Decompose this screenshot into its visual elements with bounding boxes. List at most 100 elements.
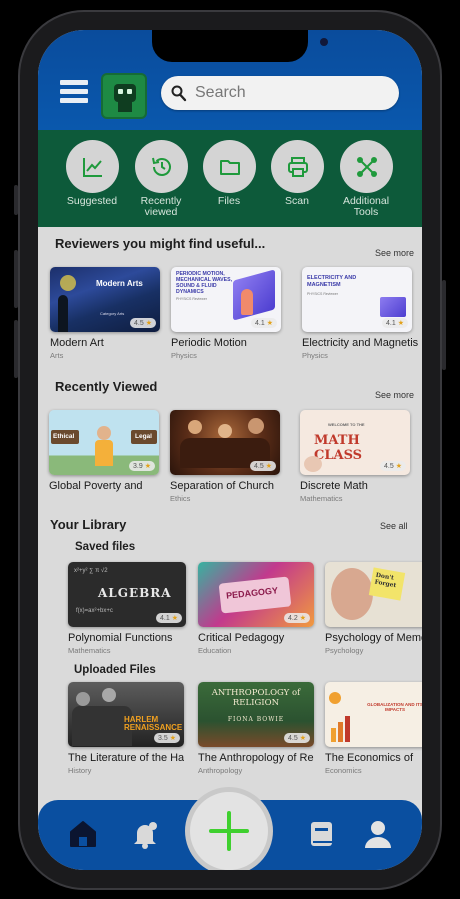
thumb-title: Modern Arts [96,279,143,288]
card-category: Physics [302,351,328,360]
main-content: Reviewers you might find useful... See m… [38,227,422,800]
rating-badge: 4.2 ★ [284,613,310,623]
card-category: Mathematics [68,646,111,655]
add-button[interactable] [185,787,273,870]
home-icon [70,821,96,847]
rating-badge: 4.5 ★ [250,461,276,471]
card-thumbnail: ELECTRICITY AND MAGNETISM PHYSICS Review… [302,267,412,332]
card-thumbnail: Don't Forget [325,562,422,627]
tool-additional-tools[interactable]: Additional Tools [331,140,401,218]
nav-profile[interactable] [361,817,395,851]
card-thumbnail: 4.5 ★ [170,410,280,475]
nav-home[interactable] [66,817,100,851]
phone-volume-up [14,250,18,308]
see-more-recent[interactable]: See more [375,390,414,400]
card-thumbnail: ANTHROPOLOGY of RELIGION FIONA BOWIE 4.5… [198,682,314,747]
card-thumbnail: HARLEM RENAISSANCE 3.5 ★ [68,682,184,747]
saved-card-critical-pedagogy[interactable]: PEDAGOGY 4.2 ★ Critical Pedagogy Educati… [198,562,314,655]
tool-files[interactable]: Files [194,140,264,207]
card-title: Global Poverty and [49,480,143,492]
tool-label: Additional Tools [342,195,390,218]
nav-notifications[interactable] [128,817,162,851]
sign-left: Ethical [53,433,75,440]
search-bar[interactable] [161,76,399,110]
rating-badge: 4.1 ★ [156,613,182,623]
subsection-title-uploaded: Uploaded Files [74,664,156,676]
rating-badge: 4.1 ★ [251,318,277,328]
saved-card-polynomial[interactable]: ALGEBRA x²+y² ∑ π √2 f(x)=ax²+bx+c 4.1 ★… [68,562,186,655]
tool-suggested[interactable]: Suggested [57,140,127,207]
rating-badge: 4.1 ★ [382,318,408,328]
person-icon [365,821,391,848]
section-title-reviewers: Reviewers you might find useful... [55,236,266,251]
card-title: Psychology of Memory [325,632,422,644]
card-category: Psychology [325,646,364,655]
thumb-title: HARLEM RENAISSANCE [124,715,183,732]
tool-scan[interactable]: Scan [262,140,332,207]
thumb-title: ANTHROPOLOGY of RELIGION [211,688,301,708]
card-title: The Anthropology of Religion [198,752,314,764]
see-all-library[interactable]: See all [380,521,408,531]
camera-icon [320,38,328,46]
uploaded-card-anthropology[interactable]: ANTHROPOLOGY of RELIGION FIONA BOWIE 4.5… [198,682,314,775]
phone-volume-down [14,320,18,378]
sign-right: Legal [135,433,152,440]
tool-label: Files [217,195,241,207]
nodes-icon [356,157,377,177]
tool-label: Scan [285,195,309,207]
app-logo [101,73,147,119]
section-title-library: Your Library [50,517,127,532]
see-more-reviewers[interactable]: See more [375,248,414,258]
uploaded-card-harlem[interactable]: HARLEM RENAISSANCE 3.5 ★ The Literature … [68,682,184,775]
card-title: Critical Pedagogy [198,632,285,644]
phone-notch [152,30,328,62]
card-title: Electricity and Magnetism [302,337,418,349]
thumb-title: GLOBALIZATION AND ITS IMPACTS [367,702,422,712]
app-screen: Suggested Recently viewed Files Scan [38,30,422,870]
bell-icon [134,822,157,849]
rating-badge: 4.5 ★ [380,461,406,471]
tool-label: Suggested [66,195,118,207]
card-category: Education [198,646,232,655]
card-thumbnail: Ethical Legal 3.9 ★ [49,410,159,475]
card-title: Separation of Church [170,480,274,492]
rating-badge: 3.5 ★ [154,733,180,743]
uploaded-card-economics[interactable]: GLOBALIZATION AND ITS IMPACTS The Econom… [325,682,422,775]
thumb-title: ALGEBRA [98,586,172,600]
search-icon [171,85,187,102]
phone-power-button [442,280,446,370]
card-category: Ethics [170,494,191,503]
chart-icon [82,158,102,177]
card-thumbnail: ALGEBRA x²+y² ∑ π √2 f(x)=ax²+bx+c 4.1 ★ [68,562,186,627]
reviewer-card-modern-art[interactable]: Modern Arts Category Arts 4.5 ★ Modern A… [50,267,162,360]
card-thumbnail: GLOBALIZATION AND ITS IMPACTS [325,682,422,747]
folder-icon [219,160,240,175]
recent-card-separation-of-church[interactable]: 4.5 ★ Separation of Church Ethics [170,410,282,503]
thumb-title: MATH CLASS [314,433,363,463]
card-category: Anthropology [198,766,243,775]
recent-card-global-poverty[interactable]: Ethical Legal 3.9 ★ Global Poverty and [49,410,161,492]
card-title: Modern Art [50,337,104,349]
card-thumbnail: PERIODIC MOTION, MECHANICAL WAVES, SOUND… [171,267,281,332]
saved-card-psychology[interactable]: Don't Forget Psychology of Memory Psycho… [325,562,422,655]
card-title: The Literature of the Harlem [68,752,184,764]
card-category: Physics [171,351,197,360]
nav-library[interactable] [304,817,338,851]
thumb-subtitle: Category Arts [100,311,125,316]
menu-icon[interactable] [60,80,88,104]
book-icon [311,822,332,846]
reviewer-card-electricity[interactable]: ELECTRICITY AND MAGNETISM PHYSICS Review… [302,267,418,360]
tool-recently-viewed[interactable]: Recently viewed [126,140,196,218]
tool-label: Recently viewed [140,195,182,218]
rating-badge: 4.5 ★ [130,318,156,328]
reviewer-card-periodic-motion[interactable]: PERIODIC MOTION, MECHANICAL WAVES, SOUND… [171,267,283,360]
plus-icon [209,811,249,851]
recent-card-discrete-math[interactable]: WELCOME TO THE MATH CLASS 4.5 ★ Discrete… [300,410,412,503]
rating-badge: 4.5 ★ [284,733,310,743]
card-title: Discrete Math [300,480,368,492]
card-title: Polynomial Functions [68,632,173,644]
subsection-title-saved: Saved files [75,541,136,553]
thumb-title: PERIODIC MOTION, MECHANICAL WAVES, SOUND… [176,271,233,295]
search-input[interactable] [195,82,385,104]
card-category: Mathematics [300,494,343,503]
